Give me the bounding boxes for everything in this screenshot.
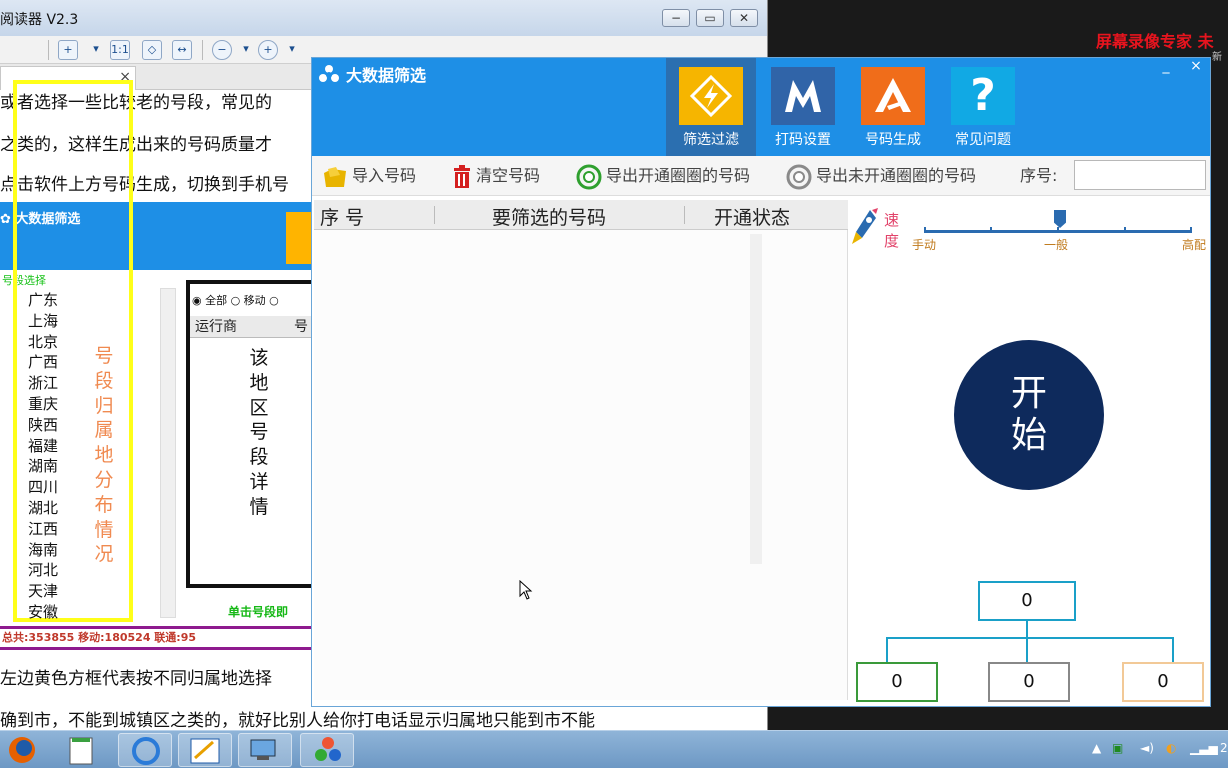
browser-icon[interactable] (118, 733, 172, 767)
reader-title: 阅读器 V2.3 (0, 12, 79, 28)
signal-icon[interactable]: ▁▃▅ (1190, 741, 1218, 755)
notepad-icon[interactable] (62, 733, 116, 767)
app-header: 大数据筛选 _ × 筛选过滤 打码设置 号码生成 ? 常见问题 (312, 58, 1210, 156)
segment-detail-caption: 该地区号段详情 (249, 347, 269, 518)
col-serial[interactable]: 序 号 (320, 203, 364, 230)
serial-label: 序号: (1020, 166, 1058, 185)
fit-width-icon[interactable]: ↔ (172, 40, 192, 60)
serial-input[interactable] (1074, 160, 1206, 190)
network-icon[interactable] (238, 733, 292, 767)
table-scrollbar[interactable] (750, 234, 762, 564)
maximize-button[interactable]: ▭ (696, 9, 724, 27)
speed-slider[interactable] (924, 227, 1192, 233)
toolbar-divider (48, 40, 49, 60)
tab-generate-label: 号码生成 (865, 132, 921, 148)
tab-captcha-label: 打码设置 (775, 132, 831, 148)
firefox-icon[interactable] (2, 733, 56, 767)
import-button[interactable]: 导入号码 (322, 162, 416, 190)
doc-line: 确到市，不能到城镇区之类的，就好比别人给你打电话显示归属地只能到市不能 (0, 711, 595, 730)
actual-size-icon[interactable]: 1:1 (110, 40, 130, 60)
col-number[interactable]: 要筛选的号码 (492, 203, 606, 230)
tray-arrow-icon[interactable]: ▲ (1092, 741, 1101, 755)
app-icon[interactable] (300, 733, 354, 767)
speed-tick-manual: 手动 (912, 238, 937, 252)
app-window: 大数据筛选 _ × 筛选过滤 打码设置 号码生成 ? 常见问题 导入号码 清空号… (311, 57, 1211, 707)
minimize-button[interactable]: − (662, 9, 690, 27)
operator-radios[interactable]: ◉ 全部 ○ 移动 ○ (192, 292, 279, 308)
tray-app-icon[interactable]: ▣ (1112, 741, 1123, 755)
speed-tick-high: 高配 (1182, 238, 1207, 252)
zoom-out-icon[interactable]: − (212, 40, 232, 60)
export-unopen-button[interactable]: 导出未开通圈圈的号码 (786, 162, 976, 190)
m-logo-icon (771, 67, 835, 125)
mouse-cursor-icon (519, 579, 533, 604)
province-item[interactable]: 上海 (28, 311, 108, 332)
tab-filter-label: 筛选过滤 (683, 132, 739, 148)
recorder-sub: 新 (1212, 52, 1222, 63)
table-header: 序 号 要筛选的号码 开通状态 (314, 200, 848, 230)
trash-icon (454, 164, 470, 188)
dropdown-icon[interactable]: ▾ (86, 40, 106, 60)
speed-label: 速度 (884, 211, 900, 250)
table-body[interactable] (314, 230, 848, 700)
clear-button[interactable]: 清空号码 (452, 162, 540, 190)
refresh-gray-icon (786, 164, 812, 189)
province-item[interactable]: 安徽 (28, 602, 108, 623)
tab-captcha-settings[interactable]: 打码设置 (758, 58, 848, 156)
toolbar-divider (202, 40, 203, 60)
taskbar: ▲ ▣ ◄) ◐ ▁▃▅ 2 (0, 730, 1228, 768)
error-counter: 0 (1122, 662, 1204, 702)
folder-icon (324, 166, 346, 187)
speed-slider-thumb[interactable] (1054, 210, 1066, 228)
app-logo-icon (319, 65, 339, 82)
lightning-icon (679, 67, 743, 125)
export-open-button[interactable]: 导出开通圈圈的号码 (576, 162, 750, 190)
app-minimize-button[interactable]: _ (1154, 58, 1178, 74)
tab-filter[interactable]: 筛选过滤 (666, 58, 756, 156)
operator-header: 运行商号 (190, 316, 330, 338)
click-hint: 单击号段即 (228, 605, 289, 619)
tab-faq[interactable]: ? 常见问题 (938, 58, 1028, 156)
app-close-button[interactable]: × (1184, 58, 1208, 74)
total-counter: 0 (978, 581, 1076, 621)
fit-page-icon[interactable]: ◇ (142, 40, 162, 60)
dropdown-icon[interactable]: ▾ (282, 40, 302, 60)
app-title: 大数据筛选 (318, 62, 426, 86)
close-button[interactable]: ✕ (730, 9, 758, 27)
recorder-brand: 屏幕录像专家 未 (1096, 32, 1214, 51)
col-status[interactable]: 开通状态 (714, 203, 790, 230)
zoom-in-icon[interactable]: + (58, 40, 78, 60)
province-scrollbar[interactable] (160, 288, 176, 618)
reader-titlebar: 阅读器 V2.3 − ▭ ✕ (0, 0, 767, 36)
unopened-counter: 0 (988, 662, 1070, 702)
province-item[interactable]: 天津 (28, 581, 108, 602)
refresh-green-icon (576, 164, 602, 189)
rocket-icon (850, 208, 880, 252)
zoom-in-round-icon[interactable]: + (258, 40, 278, 60)
province-caption: 号段归属地分布情况 (94, 345, 114, 566)
tray-sound-icon[interactable]: ◐ (1166, 741, 1176, 755)
province-item[interactable]: 广东 (28, 290, 108, 311)
tab-faq-label: 常见问题 (955, 132, 1011, 148)
doc-line: 左边黄色方框代表按不同归属地选择 (0, 669, 272, 689)
paint-icon[interactable] (178, 733, 232, 767)
start-button[interactable]: 开始 (954, 340, 1104, 490)
tab-number-generate[interactable]: 号码生成 (848, 58, 938, 156)
a-logo-icon (861, 67, 925, 125)
clock[interactable]: 2 (1220, 741, 1228, 755)
speaker-icon[interactable]: ◄) (1140, 741, 1154, 755)
speed-tick-normal: 一般 (1044, 238, 1069, 252)
stats-bar: 总共:353855 移动:180524 联通:95 (0, 626, 330, 650)
opened-counter: 0 (856, 662, 938, 702)
question-icon: ? (951, 67, 1015, 125)
dropdown-icon[interactable]: ▾ (236, 40, 256, 60)
